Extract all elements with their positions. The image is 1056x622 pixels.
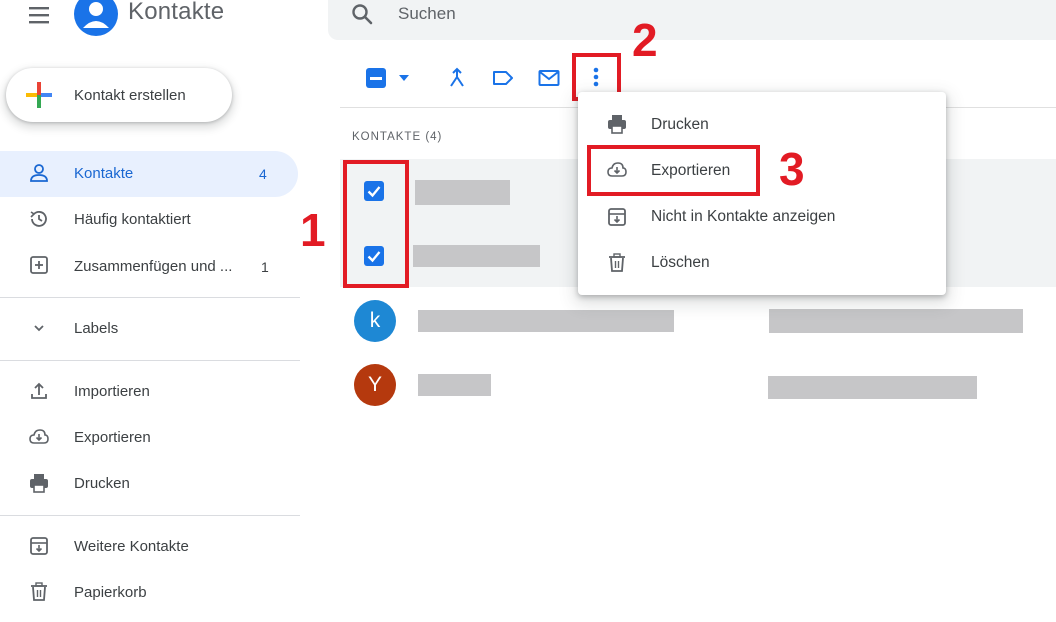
redacted-name xyxy=(413,245,540,267)
redacted-email xyxy=(768,376,977,399)
redacted-email xyxy=(769,309,1023,333)
menu-item-delete[interactable]: Löschen xyxy=(651,254,710,272)
step-number-3: 3 xyxy=(779,143,805,195)
trash-icon xyxy=(28,581,50,603)
step-number-2: 2 xyxy=(632,14,658,66)
sidebar-item-label: Exportieren xyxy=(74,429,151,446)
app-title: Kontakte xyxy=(128,0,225,25)
section-title: KONTAKTE (4) xyxy=(352,131,443,143)
archive-icon xyxy=(28,535,50,557)
sidebar-item-label: Weitere Kontakte xyxy=(74,538,189,555)
menu-item-hide[interactable]: Nicht in Kontakte anzeigen xyxy=(651,208,835,226)
trash-icon xyxy=(606,252,628,274)
redacted-name xyxy=(415,180,510,205)
menu-item-print[interactable]: Drucken xyxy=(651,116,709,134)
divider xyxy=(0,515,300,516)
sidebar-item-label: Zusammenfügen und ... xyxy=(74,258,233,275)
sidebar-item-label: Kontakte xyxy=(74,165,134,182)
sidebar-item-label: Häufig kontaktiert xyxy=(74,211,191,228)
merge-icon[interactable] xyxy=(445,66,469,90)
sidebar-item-label: Drucken xyxy=(74,475,130,492)
cloud-download-icon xyxy=(28,426,50,448)
history-icon xyxy=(28,208,50,230)
chevron-down-icon xyxy=(28,317,50,339)
avatar[interactable]: k xyxy=(354,300,396,342)
contacts-count: 4 xyxy=(259,166,267,182)
sidebar-item-label: Importieren xyxy=(74,383,150,400)
select-all-checkbox[interactable] xyxy=(366,68,386,88)
printer-icon xyxy=(606,113,628,135)
search-icon[interactable] xyxy=(350,2,374,26)
labels-label: Labels xyxy=(74,320,119,337)
printer-icon xyxy=(28,472,50,494)
divider xyxy=(0,360,300,361)
merge-count: 1 xyxy=(261,259,269,275)
step-number-1: 1 xyxy=(300,204,326,256)
divider xyxy=(0,297,300,298)
person-icon xyxy=(74,0,118,36)
redacted-name xyxy=(418,374,491,396)
mail-icon[interactable] xyxy=(537,66,561,90)
archive-icon xyxy=(606,206,628,228)
search-input[interactable]: Suchen xyxy=(398,4,456,24)
create-contact-label: Kontakt erstellen xyxy=(74,87,186,104)
label-icon[interactable] xyxy=(491,66,515,90)
sidebar-item-label: Papierkorb xyxy=(74,584,147,601)
upload-icon xyxy=(28,380,50,402)
dropdown-caret-icon[interactable] xyxy=(398,74,410,82)
hamburger-icon[interactable] xyxy=(26,4,52,26)
highlight-box-checkboxes xyxy=(343,160,409,288)
plus-icon xyxy=(24,80,54,110)
highlight-box-export xyxy=(587,145,760,196)
merge-box-icon xyxy=(28,254,50,276)
avatar[interactable]: Y xyxy=(354,364,396,406)
person-outline-icon xyxy=(28,162,50,184)
redacted-name xyxy=(418,310,674,332)
